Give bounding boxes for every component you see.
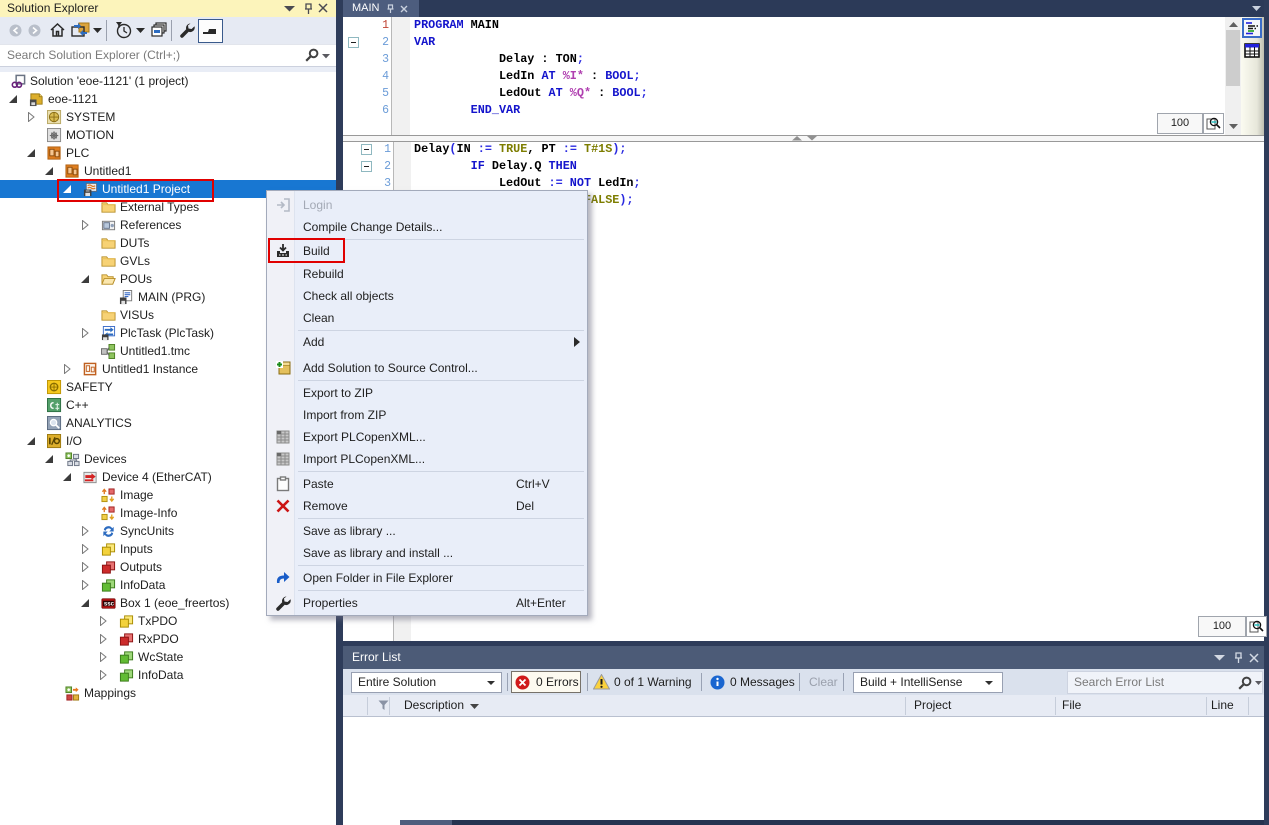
svg-text:ssc: ssc xyxy=(104,600,115,607)
